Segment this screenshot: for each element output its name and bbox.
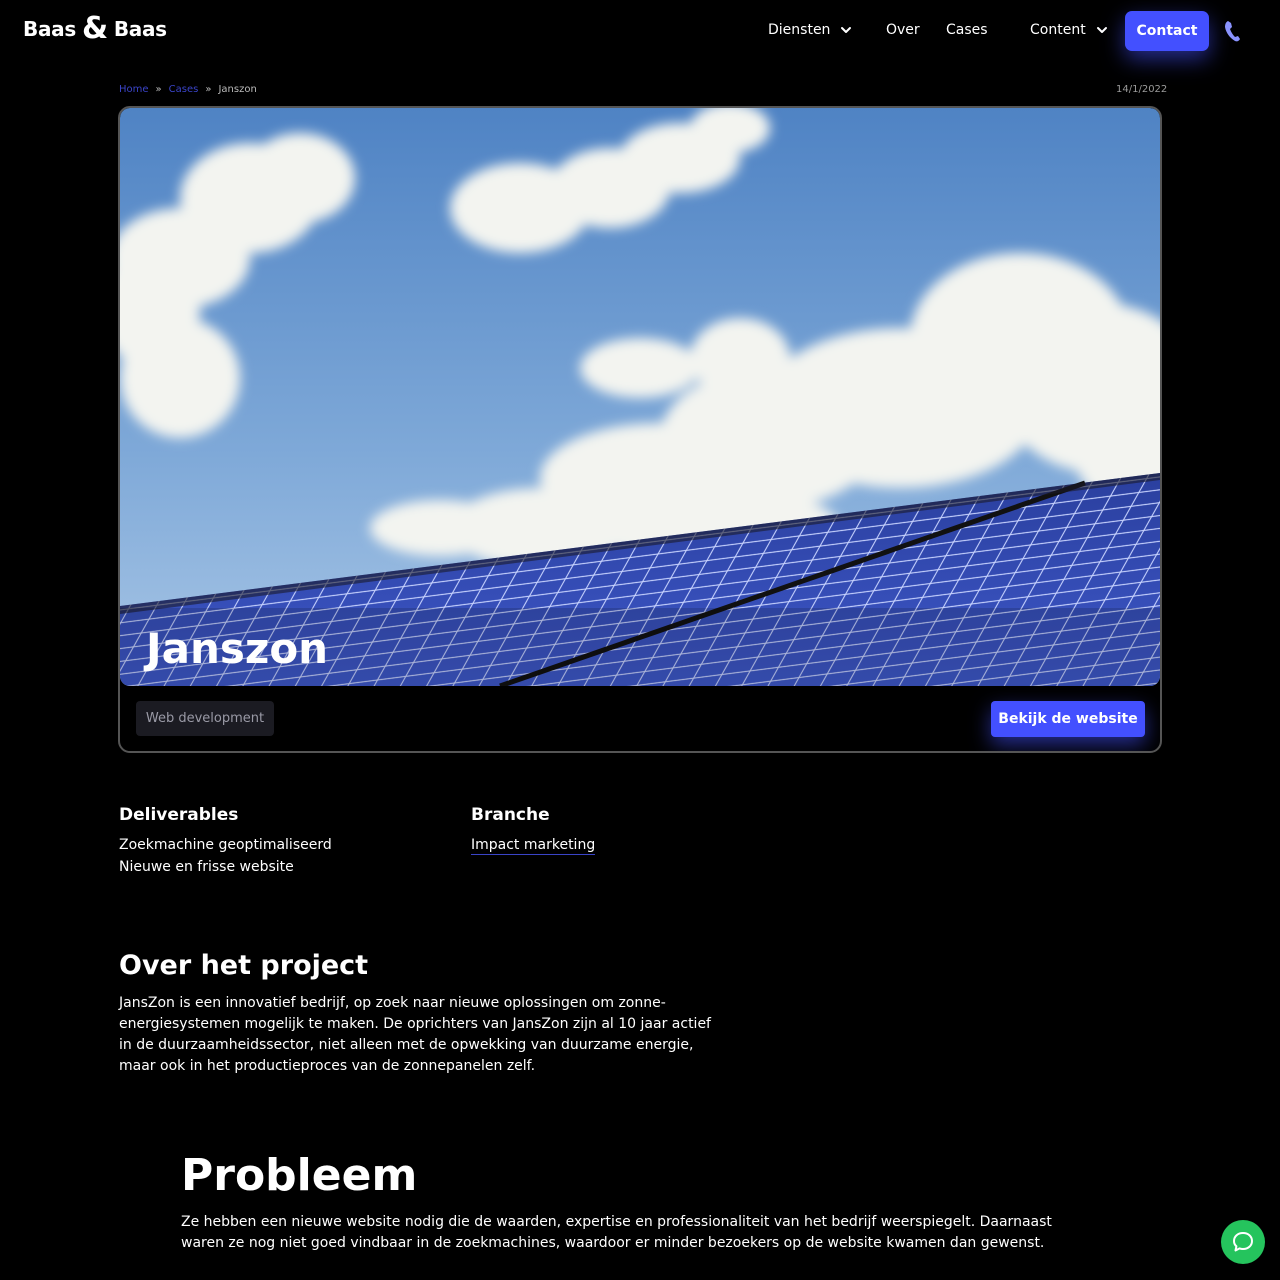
nav-over-label: Over (886, 22, 920, 38)
problem-title: Probleem (181, 1150, 418, 1201)
nav-cases[interactable]: Cases (946, 22, 988, 38)
chevron-down-icon (841, 27, 852, 33)
deliverables-list: Zoekmachine geoptimaliseerd Nieuwe en fr… (119, 834, 332, 878)
breadcrumb-current: Janszon (218, 84, 257, 95)
breadcrumb: Home » Cases » Janszon (119, 84, 257, 95)
logo-text-right: Baas (113, 17, 167, 41)
breadcrumb-home[interactable]: Home (119, 84, 149, 95)
nav-content[interactable]: Content (1030, 22, 1108, 38)
chevron-down-icon (1096, 27, 1107, 33)
chat-button[interactable] (1221, 1220, 1265, 1264)
project-title: Over het project (119, 950, 369, 981)
category-tag: Web development (136, 701, 274, 736)
branche-title: Branche (471, 805, 550, 825)
deliverable-item: Zoekmachine geoptimaliseerd (119, 837, 332, 853)
deliverables-title: Deliverables (119, 805, 239, 825)
branche-value-wrap: Impact marketing (471, 834, 596, 856)
deliverable-item: Nieuwe en frisse website (119, 859, 294, 875)
case-title: Janszon (146, 624, 329, 673)
nav-cases-label: Cases (946, 22, 988, 38)
contact-button[interactable]: Contact (1125, 11, 1209, 51)
phone-icon[interactable] (1222, 19, 1244, 43)
breadcrumb-separator: » (155, 84, 162, 95)
publish-date: 14/1/2022 (1116, 84, 1168, 95)
branche-link[interactable]: Impact marketing (471, 837, 596, 855)
breadcrumb-cases[interactable]: Cases (169, 84, 199, 95)
nav-over[interactable]: Over (886, 22, 920, 38)
project-description: JansZon is een innovatief bedrijf, op zo… (119, 995, 711, 1074)
chat-bubble-icon (1233, 1232, 1253, 1252)
logo[interactable]: Baas & Baas (23, 14, 167, 44)
logo-text-left: Baas (23, 17, 76, 41)
breadcrumb-separator: » (205, 84, 212, 95)
nav-content-label: Content (1030, 22, 1086, 38)
nav-diensten[interactable]: Diensten (768, 22, 852, 38)
hero-image (120, 108, 1160, 686)
nav-diensten-label: Diensten (768, 22, 831, 38)
view-website-button[interactable]: Bekijk de website (991, 701, 1145, 737)
hero-card: Janszon Web development Bekijk de websit… (118, 106, 1162, 753)
site-header: Baas & Baas Diensten Over Cases Content … (0, 0, 1280, 64)
logo-ampersand: & (81, 11, 108, 46)
problem-description: Ze hebben een nieuwe website nodig die d… (181, 1214, 1052, 1251)
